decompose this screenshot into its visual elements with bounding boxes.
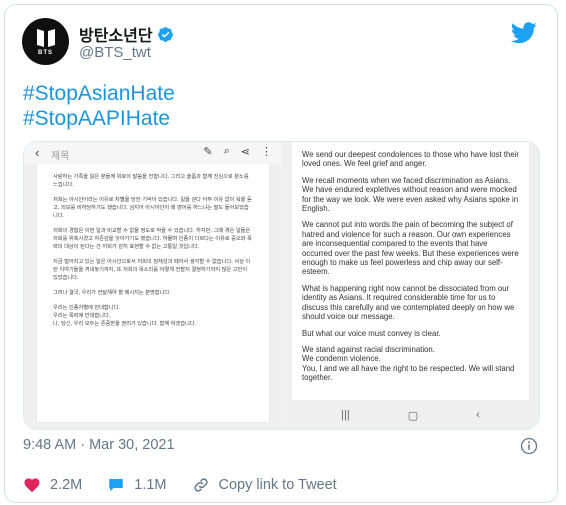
tweet-actions: 2.2M 1.1M Copy link to Tweet	[23, 476, 362, 494]
en-paragraph: We stand against racial discrimination. …	[302, 344, 515, 383]
recent-apps-icon: |||	[341, 409, 350, 421]
info-icon[interactable]	[520, 437, 538, 455]
media-image-english[interactable]: We send our deepest condolences to those…	[282, 142, 539, 429]
name-row: 방탄소년단	[79, 22, 174, 46]
kr-paragraph: 사랑하는 가족을 잃은 분들께 위로의 말씀을 전합니다. 그리고 슬픔과 함께…	[53, 174, 249, 188]
avatar[interactable]: BTS	[22, 18, 69, 65]
copy-link-label: Copy link to Tweet	[218, 477, 337, 493]
copy-link-button[interactable]: Copy link to Tweet	[192, 476, 337, 494]
viewer-toolbar: ‹ 제목 ✎ ⌕ ⋖ ⋮	[24, 142, 281, 164]
tweet-card: BTS 방탄소년단 @BTS_twt #StopAsianHate #StopA…	[4, 4, 558, 503]
kr-paragraph: 저희는 아시안이라는 이유로 차별을 당한 기억이 있습니다. 길을 걷다 아무…	[53, 197, 252, 219]
viewer-tools: ✎ ⌕ ⋖ ⋮	[203, 145, 272, 158]
reply-button[interactable]: 1.1M	[107, 476, 167, 494]
korean-statement: 사랑하는 가족을 잃은 분들께 위로의 말씀을 전합니다. 그리고 슬픔과 함께…	[37, 164, 269, 422]
display-name[interactable]: 방탄소년단	[79, 22, 153, 46]
like-count: 2.2M	[50, 477, 83, 493]
android-nav-bar: ||| ▢ ‹	[282, 401, 539, 429]
heart-icon	[24, 478, 40, 493]
kr-paragraph: 저희의 경험은 이번 일과 비교할 수 없을 정도로 작을 수 있습니다. 하지…	[53, 228, 252, 250]
tweet-media[interactable]: ‹ 제목 ✎ ⌕ ⋖ ⋮ 사랑하는 가족을 잃은 분들께 위로의 말씀을 전합니…	[23, 141, 540, 430]
viewer-title: 제목	[51, 151, 70, 162]
tweet-timestamp[interactable]: 9:48 AM · Mar 30, 2021	[23, 437, 175, 453]
reply-count: 1.1M	[134, 477, 167, 493]
english-statement: We send our deepest condolences to those…	[292, 142, 529, 400]
more-icon: ⋮	[261, 146, 272, 158]
home-icon: ▢	[407, 409, 419, 422]
en-paragraph: We send our deepest condolences to those…	[302, 150, 520, 169]
bts-logo-icon	[36, 29, 55, 47]
en-paragraph: We recall moments when we faced discrimi…	[302, 175, 519, 214]
reply-bubble-icon	[109, 479, 123, 491]
share-icon: ⋖	[240, 146, 250, 158]
kr-paragraph: 그러나 결국, 우리가 전달해야 할 메시지는 분명합니다.	[53, 290, 171, 296]
twitter-bird-icon[interactable]	[511, 22, 537, 44]
verified-badge-icon	[157, 26, 173, 42]
en-paragraph: But what our voice must convey is clear.	[302, 328, 441, 338]
search-icon: ⌕	[223, 145, 230, 157]
back-arrow-icon: ‹	[35, 145, 40, 160]
en-paragraph: We cannot put into words the pain of bec…	[302, 220, 519, 277]
kr-paragraph: 지금 벌어지고 있는 일은 아시안으로서 저희의 정체성과 떼어서 생각할 수 …	[53, 259, 251, 281]
back-icon: ‹	[476, 409, 480, 421]
avatar-text: BTS	[38, 50, 53, 56]
media-image-korean[interactable]: ‹ 제목 ✎ ⌕ ⋖ ⋮ 사랑하는 가족을 잃은 분들께 위로의 말씀을 전합니…	[24, 142, 281, 429]
hashtag-link-stopaapihate[interactable]: #StopAAPIHate	[23, 107, 170, 131]
en-paragraph: What is happening right now cannot be di…	[302, 283, 515, 322]
handle[interactable]: @BTS_twt	[79, 44, 151, 61]
like-button[interactable]: 2.2M	[23, 476, 82, 494]
hashtag-link-stopasianhate[interactable]: #StopAsianHate	[23, 82, 175, 106]
link-icon	[193, 478, 208, 492]
edit-icon: ✎	[203, 146, 213, 158]
kr-paragraph: 우리는 인종차별에 반대합니다. 우리는 폭력에 반대합니다. 나, 당신, 우…	[53, 305, 197, 327]
